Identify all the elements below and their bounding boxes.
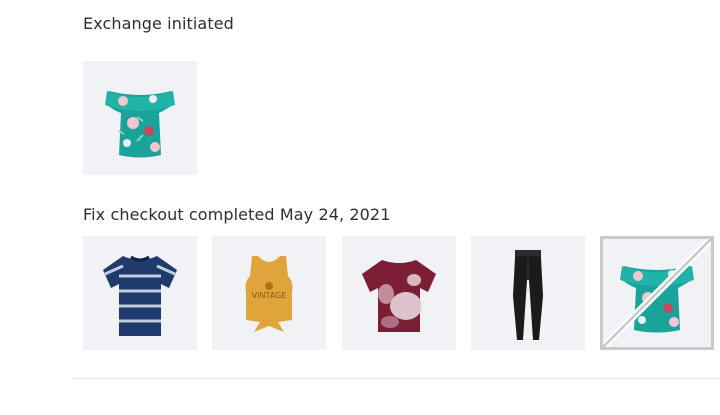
exchange-item-thumbnail[interactable] — [83, 61, 197, 175]
checkout-item-thumbnail[interactable]: VINTAGE — [212, 236, 326, 350]
returned-item-thumbnail[interactable] — [600, 236, 714, 350]
svg-text:VINTAGE: VINTAGE — [252, 291, 287, 300]
burgundy-tee-icon — [362, 260, 436, 332]
checkout-item-thumbnail[interactable] — [83, 236, 197, 350]
tank-top-icon: VINTAGE — [245, 256, 293, 332]
leggings-icon — [513, 250, 543, 340]
checkout-item-thumbnail[interactable] — [342, 236, 456, 350]
tie-dye-tee-icon — [103, 255, 177, 336]
section-divider — [72, 378, 720, 379]
checkout-item-thumbnail[interactable] — [471, 236, 585, 350]
fix-checkout-heading: Fix checkout completed May 24, 2021 — [83, 205, 391, 224]
exchange-initiated-heading: Exchange initiated — [83, 14, 234, 33]
floral-top-icon — [105, 91, 175, 158]
floral-top-icon — [603, 239, 711, 347]
